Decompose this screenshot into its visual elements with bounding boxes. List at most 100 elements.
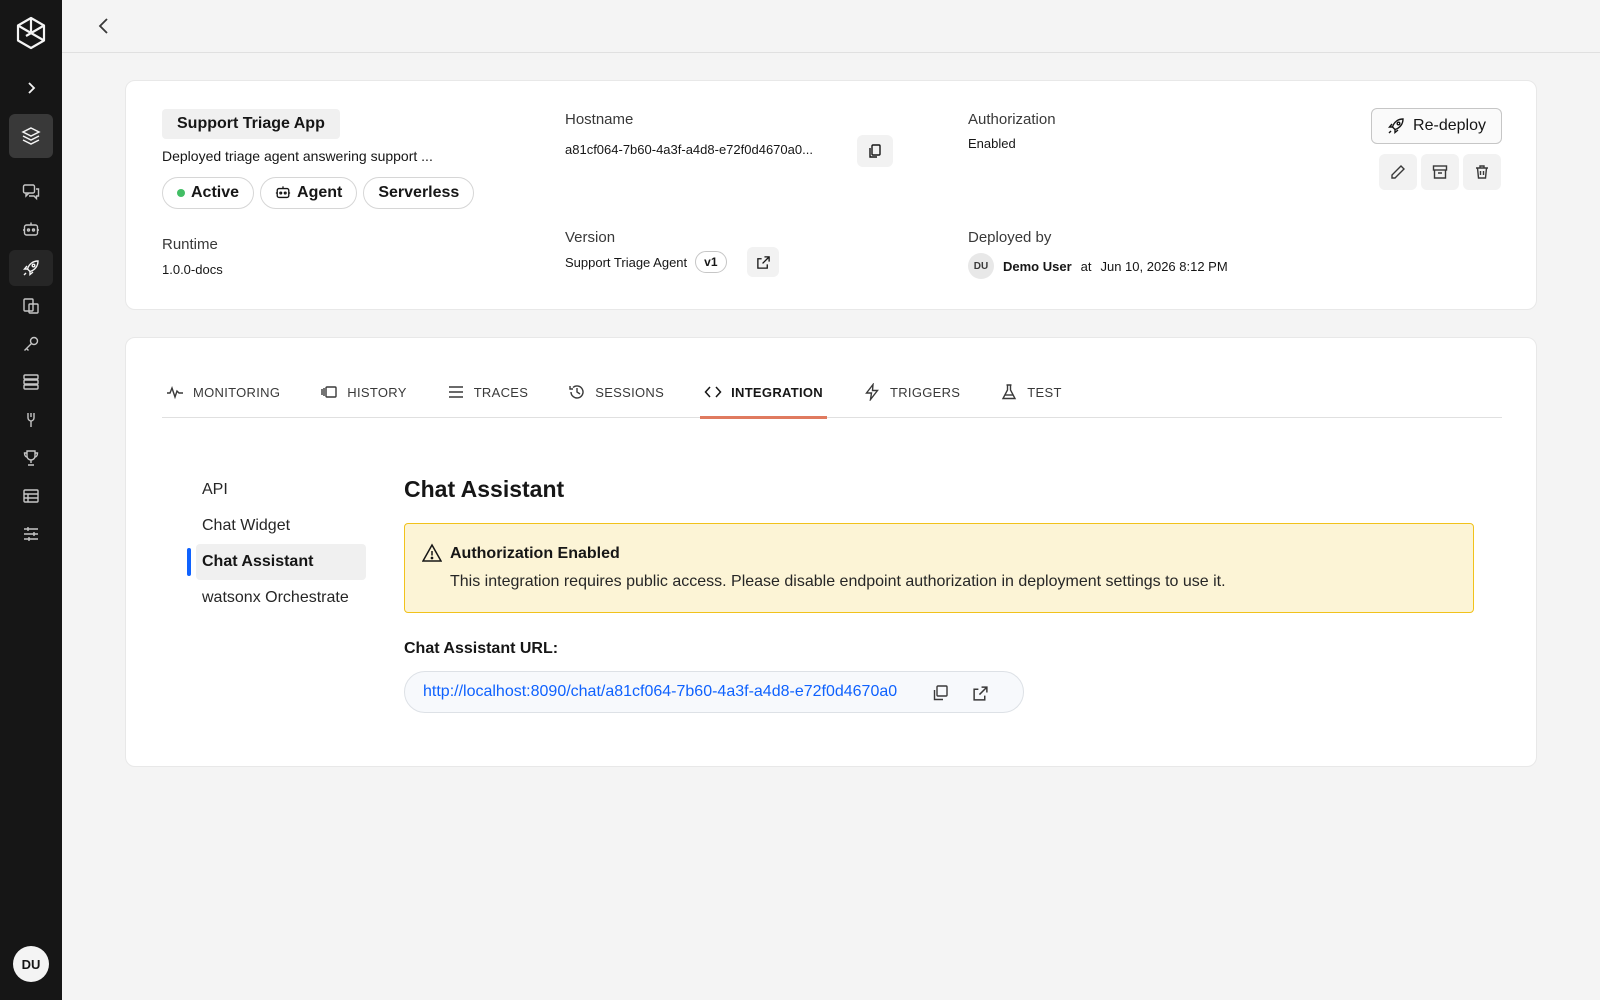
- deployed-at-word: at: [1080, 258, 1092, 274]
- status-pill-active: Active: [162, 177, 255, 209]
- deployment-summary-card: Support Triage App Deployed triage agent…: [125, 80, 1537, 310]
- sidebar-item-deploy[interactable]: [9, 250, 53, 286]
- trash-icon: [1474, 164, 1490, 180]
- external-link-icon: [972, 685, 989, 702]
- tab-label: HISTORY: [347, 384, 407, 400]
- open-version-button[interactable]: [747, 247, 779, 277]
- sidebar-item-layers[interactable]: [9, 114, 53, 158]
- clock-icon: [568, 383, 586, 401]
- tab-traces[interactable]: TRACES: [443, 366, 533, 418]
- open-url-button[interactable]: [969, 682, 991, 704]
- delete-button[interactable]: [1463, 154, 1501, 190]
- copy-url-button[interactable]: [929, 682, 951, 704]
- tab-sessions[interactable]: SESSIONS: [564, 366, 668, 418]
- deployed-by-row: DU Demo User at Jun 10, 2026 8:12 PM: [968, 253, 1228, 279]
- subnav-item-api[interactable]: API: [196, 472, 366, 508]
- archive-icon: [1432, 164, 1448, 180]
- sidebar-item-evaluation[interactable]: [9, 440, 53, 476]
- redeploy-label: Re-deploy: [1413, 117, 1486, 134]
- tab-label: TRACES: [473, 384, 529, 400]
- list-icon: [447, 383, 465, 401]
- deployment-details-card: MONITORING HISTORY TRACES SESSIONS INTEG…: [125, 337, 1537, 767]
- url-label: Chat Assistant URL:: [404, 640, 559, 657]
- authorization-warning: Authorization Enabled This integration r…: [404, 523, 1474, 613]
- tab-test[interactable]: TEST: [996, 366, 1065, 418]
- expand-sidebar-button[interactable]: [9, 70, 53, 106]
- tab-history[interactable]: HISTORY: [316, 366, 410, 418]
- status-pill-label: Active: [191, 184, 240, 201]
- sidebar-item-chat[interactable]: [9, 174, 53, 210]
- flask-icon: [1000, 383, 1018, 401]
- tools-icon: [22, 411, 40, 429]
- tab-label: TRIGGERS: [889, 384, 961, 400]
- section-title: Chat Assistant: [404, 476, 565, 502]
- chevron-right-icon: [23, 80, 39, 96]
- subnav-item-watsonx-orchestrate[interactable]: watsonx Orchestrate: [196, 580, 366, 616]
- deployer-avatar: DU: [968, 253, 994, 279]
- pencil-icon: [1390, 164, 1406, 180]
- warning-icon: [422, 543, 442, 563]
- warning-title: Authorization Enabled: [450, 545, 620, 562]
- subnav-item-chat-assistant[interactable]: Chat Assistant: [187, 544, 366, 580]
- tab-bar: MONITORING HISTORY TRACES SESSIONS INTEG…: [162, 366, 1502, 419]
- rocket-icon: [22, 259, 40, 277]
- bolt-icon: [863, 383, 881, 401]
- version-value: Support Triage Agent: [565, 254, 688, 270]
- authorization-value: Enabled: [968, 136, 1016, 151]
- archive-button[interactable]: [1421, 154, 1459, 190]
- back-button[interactable]: [90, 12, 118, 40]
- sidebar-item-settings[interactable]: [9, 516, 53, 552]
- sidebar-item-data[interactable]: [9, 288, 53, 324]
- user-avatar[interactable]: DU: [13, 946, 49, 982]
- tab-monitoring[interactable]: MONITORING: [162, 366, 284, 418]
- deployed-by-label: Deployed by: [968, 229, 1052, 246]
- sidebar-item-catalog[interactable]: [9, 364, 53, 400]
- sidebar-item-agents[interactable]: [9, 212, 53, 248]
- sidebar-item-datasets[interactable]: [9, 478, 53, 514]
- sidebar-item-tools[interactable]: [9, 402, 53, 438]
- version-tag: v1: [695, 251, 727, 273]
- app-description: Deployed triage agent answering support …: [162, 148, 433, 164]
- tab-triggers[interactable]: TRIGGERS: [859, 366, 964, 418]
- chat-assistant-url-link[interactable]: http://localhost:8090/chat/a81cf064-7b60…: [423, 683, 897, 701]
- trophy-icon: [22, 449, 40, 467]
- copy-icon: [931, 684, 949, 702]
- active-status-dot: [177, 189, 185, 197]
- external-link-icon: [756, 255, 771, 270]
- subnav-item-chat-widget[interactable]: Chat Widget: [196, 508, 366, 544]
- version-label: Version: [565, 229, 616, 246]
- layers-icon: [21, 126, 41, 146]
- copy-icon: [867, 143, 883, 159]
- integration-subnav: API Chat Widget Chat Assistant watsonx O…: [187, 472, 366, 616]
- sidebar: DU: [0, 0, 62, 1000]
- redeploy-button[interactable]: Re-deploy: [1371, 108, 1502, 144]
- code-icon: [704, 383, 722, 401]
- key-icon: [22, 335, 40, 353]
- app-name: Support Triage App: [162, 109, 340, 139]
- hostname-value: a81cf064-7b60-4a3f-a4d8-e72f0d4670a0...: [565, 142, 813, 157]
- type-pill-label: Agent: [297, 184, 343, 201]
- sidebar-item-keys[interactable]: [9, 326, 53, 362]
- runtime-label: Runtime: [162, 236, 218, 253]
- sliders-icon: [22, 525, 40, 543]
- table-icon: [22, 487, 40, 505]
- tab-label: INTEGRATION: [731, 384, 823, 400]
- edit-button[interactable]: [1379, 154, 1417, 190]
- warning-body: This integration requires public access.…: [450, 573, 1226, 590]
- copy-hostname-button[interactable]: [857, 135, 893, 167]
- version-row: Support Triage Agent v1: [565, 251, 727, 273]
- runtime-pill-label: Serverless: [378, 184, 460, 201]
- chevron-left-icon: [94, 16, 114, 36]
- top-bar: [62, 0, 1600, 53]
- database-icon: [22, 297, 40, 315]
- activity-icon: [166, 383, 184, 401]
- app-logo-icon[interactable]: [16, 16, 46, 50]
- deployed-at-timestamp: Jun 10, 2026 8:12 PM: [1100, 258, 1228, 274]
- url-field: http://localhost:8090/chat/a81cf064-7b60…: [404, 671, 1024, 713]
- history-icon: [320, 383, 338, 401]
- hostname-label: Hostname: [565, 111, 634, 128]
- tab-label: MONITORING: [193, 384, 281, 400]
- tab-integration[interactable]: INTEGRATION: [700, 366, 827, 419]
- rocket-icon: [1387, 117, 1405, 135]
- tab-label: TEST: [1027, 384, 1062, 400]
